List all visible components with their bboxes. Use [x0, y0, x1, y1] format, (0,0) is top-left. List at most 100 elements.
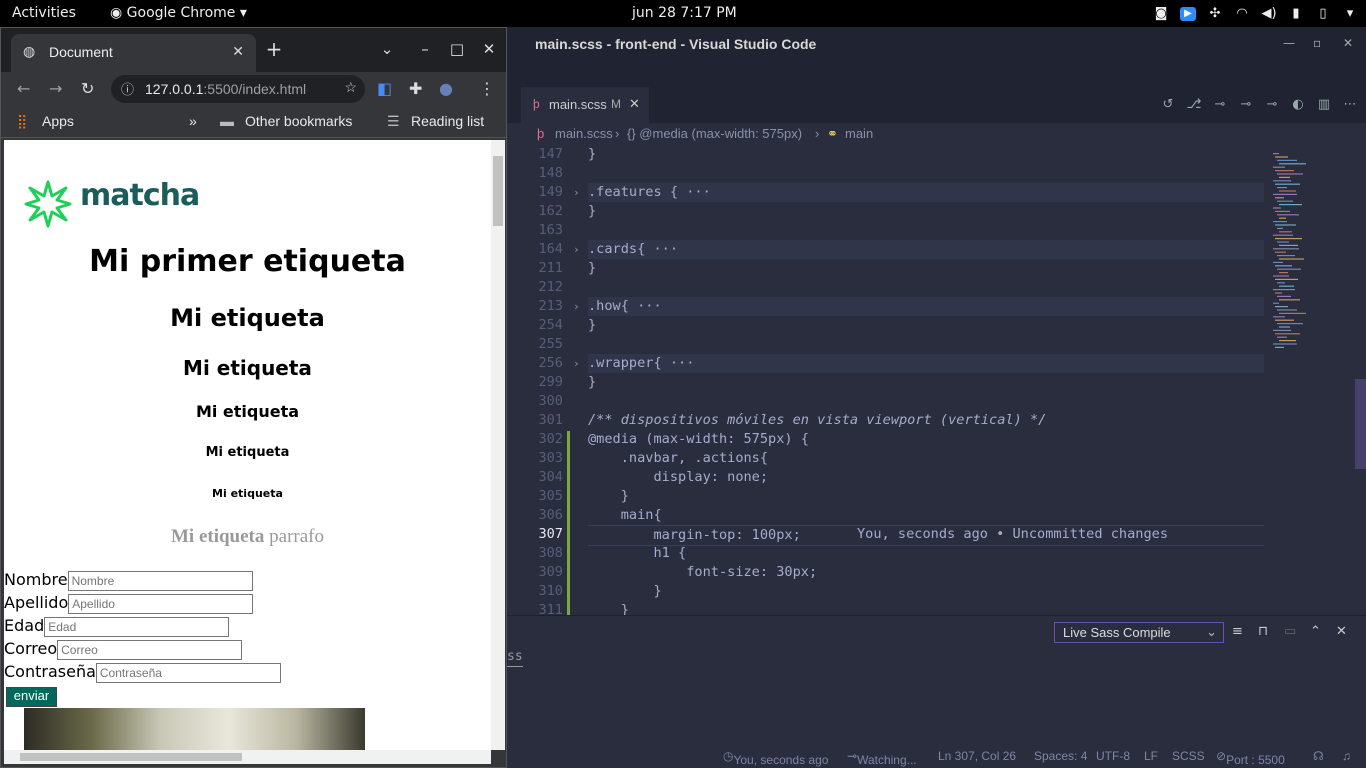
- status-eol[interactable]: LF: [1144, 749, 1158, 763]
- browser-tab[interactable]: ◍ Document ✕: [11, 34, 256, 72]
- slack-icon[interactable]: ✣: [1207, 6, 1223, 21]
- code-line[interactable]: 254}: [507, 316, 1267, 335]
- code-line[interactable]: 149 › .features { ···: [507, 183, 1267, 202]
- back-icon[interactable]: ←: [17, 79, 30, 98]
- code-line[interactable]: 307 margin-top: 100px; You, seconds ago •…: [507, 525, 1267, 546]
- forward-icon[interactable]: →: [49, 79, 62, 98]
- maximize-panel-icon[interactable]: ⌃: [1310, 624, 1321, 639]
- bookmarks-overflow[interactable]: »: [189, 113, 197, 129]
- more-actions-icon[interactable]: ⋯: [1342, 97, 1358, 113]
- vertical-scrollbar[interactable]: [491, 140, 505, 750]
- bookmark-apps[interactable]: Apps: [42, 113, 74, 129]
- status-language[interactable]: SCSS: [1172, 749, 1205, 763]
- code-line[interactable]: 308 h1 {: [507, 544, 1267, 563]
- timeline-icon[interactable]: ↺: [1160, 97, 1176, 113]
- tab-search-icon[interactable]: ⌄: [377, 40, 397, 58]
- submit-button[interactable]: enviar: [6, 687, 57, 707]
- code-line[interactable]: 311 }: [507, 601, 1267, 615]
- code-line[interactable]: 164 › .cards{ ···: [507, 240, 1267, 259]
- maximize-icon[interactable]: □: [447, 40, 467, 58]
- git-next-icon[interactable]: ⊸: [1264, 97, 1280, 113]
- fold-chevron-icon[interactable]: ›: [573, 183, 580, 202]
- apellido-input[interactable]: [68, 593, 254, 614]
- battery-icon[interactable]: ▯: [1315, 6, 1331, 21]
- code-line[interactable]: 304 display: none;: [507, 468, 1267, 487]
- lock-scroll-icon[interactable]: ⊓: [1258, 624, 1268, 639]
- breadcrumb-main[interactable]: main: [845, 126, 873, 141]
- git-prev-icon[interactable]: ⊸: [1238, 97, 1254, 113]
- code-line[interactable]: 302 @media (max-width: 575px) {: [507, 430, 1267, 449]
- fold-chevron-icon[interactable]: ›: [573, 297, 580, 316]
- code-line[interactable]: 256 › .wrapper{ ···: [507, 354, 1267, 373]
- extensions-icon[interactable]: ✚: [409, 79, 422, 98]
- code-line[interactable]: 148: [507, 164, 1267, 183]
- code-line[interactable]: 299}: [507, 373, 1267, 392]
- edad-input[interactable]: [44, 616, 230, 637]
- close-tab-icon[interactable]: ✕: [629, 96, 640, 112]
- code-line[interactable]: 305 }: [507, 487, 1267, 506]
- open-changes-icon[interactable]: ⎇: [1186, 97, 1202, 113]
- scrollbar-thumb[interactable]: [493, 156, 503, 226]
- horizontal-scrollbar[interactable]: [4, 750, 491, 764]
- bookmark-other[interactable]: Other bookmarks: [245, 113, 352, 129]
- code-line[interactable]: 212: [507, 278, 1267, 297]
- zoom-icon[interactable]: ▶: [1180, 6, 1196, 21]
- code-line[interactable]: 213 › .how{ ···: [507, 297, 1267, 316]
- feedback-icon[interactable]: ☊: [1313, 749, 1324, 763]
- status-blame[interactable]: ◷ You, seconds ago: [723, 749, 828, 767]
- translate-icon[interactable]: ◧: [377, 79, 392, 98]
- new-tab-icon[interactable]: +: [264, 37, 284, 61]
- microphone-icon[interactable]: ▮: [1288, 6, 1304, 21]
- close-icon[interactable]: ✕: [1343, 36, 1353, 50]
- chrome-menu-icon[interactable]: ⋮: [479, 79, 495, 98]
- code-line[interactable]: 303 .navbar, .actions{: [507, 449, 1267, 468]
- close-window-icon[interactable]: ✕: [479, 40, 499, 58]
- code-line[interactable]: 163: [507, 221, 1267, 240]
- volume-icon[interactable]: ◀): [1261, 6, 1277, 21]
- git-commit-icon[interactable]: ⊸: [1212, 97, 1228, 113]
- code-line[interactable]: 147}: [507, 145, 1267, 164]
- minimap[interactable]: [1267, 145, 1366, 615]
- code-line[interactable]: 306 main{: [507, 506, 1267, 525]
- power-menu-icon[interactable]: ▾: [1342, 6, 1358, 21]
- maximize-icon[interactable]: ▫: [1313, 36, 1321, 50]
- scrollbar-thumb[interactable]: [20, 753, 242, 761]
- status-watch[interactable]: ⊸ Watching...: [847, 749, 917, 767]
- output-channel-select[interactable]: Live Sass Compile ⌄: [1054, 622, 1224, 643]
- site-info-icon[interactable]: ⓘ: [121, 79, 134, 98]
- minimize-icon[interactable]: –: [415, 40, 435, 58]
- password-input[interactable]: [95, 662, 281, 683]
- avatar[interactable]: ●: [439, 79, 453, 98]
- code-line[interactable]: 300: [507, 392, 1267, 411]
- correo-input[interactable]: [57, 639, 243, 660]
- activities-button[interactable]: Activities: [12, 5, 76, 21]
- fold-chevron-icon[interactable]: ›: [573, 240, 580, 259]
- address-bar[interactable]: ⓘ 127.0.0.1:5500/index.html ☆: [111, 75, 365, 103]
- notifications-icon[interactable]: ♫: [1342, 749, 1351, 763]
- reload-icon[interactable]: ↻: [81, 79, 94, 98]
- close-tab-icon[interactable]: ✕: [232, 43, 244, 60]
- code-line[interactable]: 162}: [507, 202, 1267, 221]
- close-panel-icon[interactable]: ✕: [1336, 624, 1347, 639]
- tab-main-scss[interactable]: ϸ main.scss M ✕: [521, 87, 649, 123]
- gitlens-icon[interactable]: ◐: [1290, 97, 1306, 113]
- code-line[interactable]: 309 font-size: 30px;: [507, 563, 1267, 582]
- open-log-icon[interactable]: ▭: [1284, 624, 1296, 639]
- status-cursor-position[interactable]: Ln 307, Col 26: [938, 749, 1016, 763]
- nombre-input[interactable]: [67, 570, 253, 591]
- breadcrumb-media[interactable]: {} @media (max-width: 575px): [627, 126, 802, 141]
- status-indentation[interactable]: Spaces: 4: [1034, 749, 1087, 763]
- bookmark-star-icon[interactable]: ☆: [344, 79, 357, 96]
- fold-chevron-icon[interactable]: ›: [573, 354, 580, 373]
- app-menu[interactable]: ◉ Google Chrome ▾: [110, 5, 247, 21]
- code-line[interactable]: 310 }: [507, 582, 1267, 601]
- status-encoding[interactable]: UTF-8: [1096, 749, 1130, 763]
- code-line[interactable]: 255: [507, 335, 1267, 354]
- bookmark-reading-list[interactable]: Reading list: [411, 113, 484, 129]
- status-live-server[interactable]: ⊘ Port : 5500: [1216, 749, 1285, 767]
- wifi-icon[interactable]: ◠: [1234, 6, 1250, 21]
- minimize-icon[interactable]: —: [1283, 36, 1295, 50]
- split-editor-icon[interactable]: ▥: [1316, 97, 1332, 113]
- panel-tab[interactable]: ss: [507, 649, 523, 667]
- code-editor[interactable]: 147} 148 149 › .features { ··· 162} 163 164 › .ca…: [507, 145, 1267, 615]
